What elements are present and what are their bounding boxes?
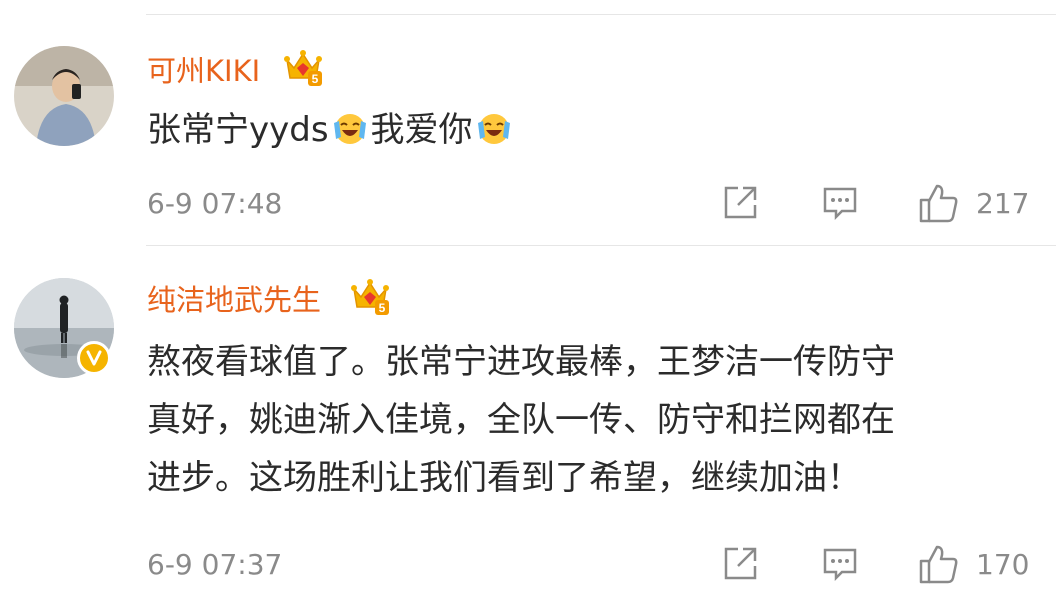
username[interactable]: 纯洁地武先生 [147,282,321,318]
thumbs-up-icon[interactable] [917,542,961,590]
timestamp: 6-9 07:48 [147,187,283,220]
comment-text-line: 真好，姚迪渐入佳境，全队一传、防守和拦网都在 [147,400,895,440]
like-count: 217 [976,187,1030,220]
timestamp: 6-9 07:37 [147,548,283,581]
username[interactable]: 可州KIKI [147,53,260,89]
crown-level-5-icon: 5 [349,275,391,321]
avatar[interactable] [14,46,114,146]
share-icon[interactable] [721,184,759,226]
comment-text: 张常宁yyds 我爱你 [147,101,1037,159]
share-icon[interactable] [721,545,759,587]
comment-text-line: 进步。这场胜利让我们看到了希望，继续加油！ [147,458,861,498]
crown-level-5-icon: 5 [282,46,324,92]
comment-text: 熬夜看球值了。张常宁进攻最棒，王梦洁一传防守 真好，姚迪渐入佳境，全队一传、防守… [147,333,1037,507]
laughing-tears-emoji-icon [475,107,513,145]
thumbs-up-icon[interactable] [917,181,961,229]
top-divider [146,14,1056,15]
comment-divider [146,245,1056,246]
comment-icon[interactable] [821,545,859,587]
verified-v-badge-icon [77,341,111,375]
svg-text:5: 5 [312,72,319,86]
comment-text-part: 我爱你 [370,110,473,150]
comment-text-line: 熬夜看球值了。张常宁进攻最棒，王梦洁一传防守 [147,342,895,382]
comment-icon[interactable] [821,184,859,226]
svg-text:5: 5 [379,301,386,315]
comment-text-part: 张常宁yyds [147,110,329,150]
like-count: 170 [976,548,1030,581]
laughing-tears-emoji-icon [331,107,369,145]
